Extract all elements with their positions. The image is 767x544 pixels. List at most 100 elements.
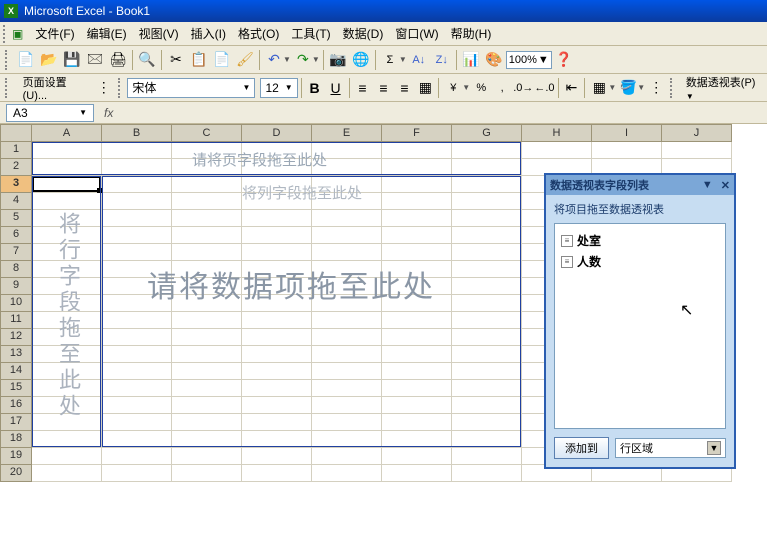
cell[interactable] xyxy=(102,244,172,261)
cell[interactable] xyxy=(242,193,312,210)
row-header[interactable]: 12 xyxy=(0,329,32,346)
col-header[interactable]: E xyxy=(312,124,382,142)
cell[interactable] xyxy=(172,363,242,380)
open-icon[interactable]: 📂 xyxy=(38,49,60,71)
cell[interactable] xyxy=(382,312,452,329)
hyperlink-icon[interactable]: 🌐 xyxy=(350,49,372,71)
col-header[interactable]: B xyxy=(102,124,172,142)
sort-asc-icon[interactable]: A↓ xyxy=(408,49,430,71)
cell[interactable] xyxy=(242,346,312,363)
cell[interactable] xyxy=(382,465,452,482)
menu-window[interactable]: 窗口(W) xyxy=(389,23,444,44)
cell[interactable] xyxy=(242,465,312,482)
cell[interactable] xyxy=(312,346,382,363)
cell[interactable] xyxy=(172,380,242,397)
row-header[interactable]: 1 xyxy=(0,142,32,159)
cell[interactable] xyxy=(102,397,172,414)
name-box[interactable]: A3▼ xyxy=(6,104,94,122)
print-preview-icon[interactable]: 🔍 xyxy=(136,49,158,71)
cell[interactable] xyxy=(172,142,242,159)
align-center-icon[interactable]: ≡ xyxy=(373,77,393,99)
cell[interactable] xyxy=(452,380,522,397)
increase-decimal-icon[interactable]: .0→ xyxy=(513,77,533,99)
row-header[interactable]: 15 xyxy=(0,380,32,397)
cell[interactable] xyxy=(102,193,172,210)
field-item[interactable]: ≡人数 xyxy=(561,251,719,272)
select-all-corner[interactable] xyxy=(0,124,32,142)
row-header[interactable]: 3 xyxy=(0,176,32,193)
cell[interactable] xyxy=(172,431,242,448)
cell[interactable] xyxy=(312,210,382,227)
cell[interactable] xyxy=(452,329,522,346)
cell[interactable] xyxy=(662,142,732,159)
cell[interactable] xyxy=(382,363,452,380)
col-header[interactable]: I xyxy=(592,124,662,142)
cell[interactable] xyxy=(32,346,102,363)
cell[interactable] xyxy=(242,312,312,329)
col-header[interactable]: D xyxy=(242,124,312,142)
cell[interactable] xyxy=(32,159,102,176)
cell[interactable] xyxy=(382,176,452,193)
cell[interactable] xyxy=(382,261,452,278)
cell[interactable] xyxy=(242,414,312,431)
cell[interactable] xyxy=(312,465,382,482)
pivot-toolbar-button[interactable]: 数据透视表(P) ▼ xyxy=(680,72,765,104)
cell[interactable] xyxy=(382,193,452,210)
cell[interactable] xyxy=(452,431,522,448)
cell[interactable] xyxy=(172,244,242,261)
cell[interactable] xyxy=(312,448,382,465)
font-size-combo[interactable]: 12▼ xyxy=(260,78,297,98)
cell[interactable] xyxy=(102,448,172,465)
row-header[interactable]: 5 xyxy=(0,210,32,227)
cell[interactable] xyxy=(102,363,172,380)
row-header[interactable]: 6 xyxy=(0,227,32,244)
cell[interactable] xyxy=(32,210,102,227)
cell[interactable] xyxy=(452,193,522,210)
cell[interactable] xyxy=(102,176,172,193)
cell[interactable] xyxy=(312,227,382,244)
cell[interactable] xyxy=(312,295,382,312)
cell[interactable] xyxy=(32,193,102,210)
cell[interactable] xyxy=(242,329,312,346)
cell[interactable] xyxy=(102,431,172,448)
cell[interactable] xyxy=(172,227,242,244)
pivot-field-list-panel[interactable]: 数据透视表字段列表 ▼ ✕ 将项目拖至数据透视表 ≡处室 ≡人数 添加到 行区域… xyxy=(544,173,736,469)
fill-color-icon[interactable]: 🪣 xyxy=(617,77,639,99)
camera-icon[interactable]: 📷 xyxy=(327,49,349,71)
cell[interactable] xyxy=(32,278,102,295)
drawing-icon[interactable]: 🎨 xyxy=(483,49,505,71)
col-header[interactable]: F xyxy=(382,124,452,142)
cell[interactable] xyxy=(102,142,172,159)
merge-icon[interactable]: ▦ xyxy=(415,77,435,99)
cell[interactable] xyxy=(102,210,172,227)
cell[interactable] xyxy=(452,176,522,193)
cell[interactable] xyxy=(312,244,382,261)
row-header[interactable]: 19 xyxy=(0,448,32,465)
cell[interactable] xyxy=(242,278,312,295)
cell[interactable] xyxy=(102,159,172,176)
cell[interactable] xyxy=(312,397,382,414)
undo-icon[interactable]: ↶ xyxy=(263,49,285,71)
cell[interactable] xyxy=(172,159,242,176)
cell[interactable] xyxy=(32,431,102,448)
dropdown-icon[interactable]: ▼ xyxy=(702,179,713,192)
cell[interactable] xyxy=(382,346,452,363)
cell[interactable] xyxy=(242,176,312,193)
cell[interactable] xyxy=(592,142,662,159)
cell[interactable] xyxy=(102,465,172,482)
cell[interactable] xyxy=(172,414,242,431)
cell[interactable] xyxy=(312,261,382,278)
toolbar-grip[interactable] xyxy=(5,78,11,98)
cell[interactable] xyxy=(452,261,522,278)
row-header[interactable]: 18 xyxy=(0,431,32,448)
copy-icon[interactable]: 📋 xyxy=(188,49,210,71)
cell[interactable] xyxy=(172,261,242,278)
cell[interactable] xyxy=(172,193,242,210)
cell[interactable] xyxy=(452,397,522,414)
cell[interactable] xyxy=(452,346,522,363)
cell[interactable] xyxy=(172,176,242,193)
cell[interactable] xyxy=(32,227,102,244)
cell[interactable] xyxy=(102,261,172,278)
col-header[interactable]: C xyxy=(172,124,242,142)
cell[interactable] xyxy=(32,380,102,397)
